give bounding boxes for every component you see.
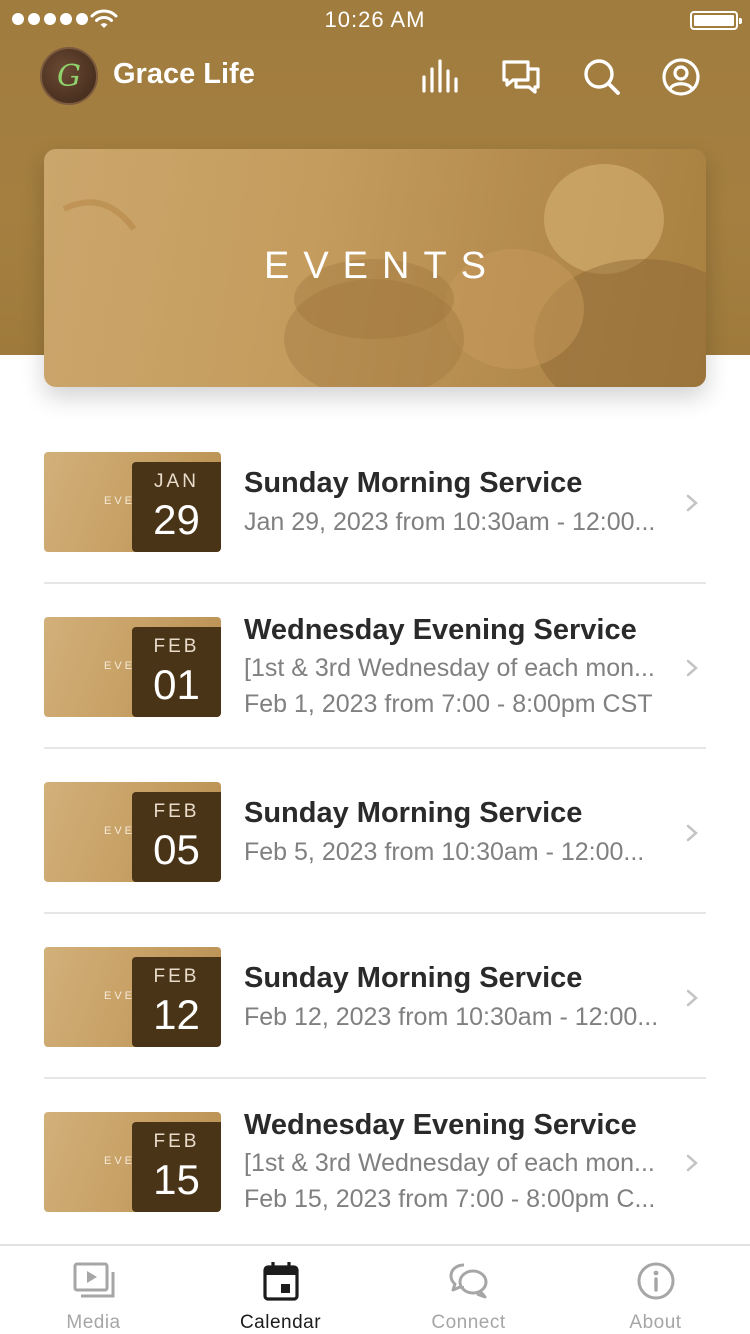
calendar-icon (263, 1262, 299, 1301)
event-title: Wednesday Evening Service (244, 1109, 637, 1141)
event-thumbnail: EVENTS FEB 01 (44, 617, 221, 717)
event-recurrence: [1st & 3rd Wednesday of each mon... (244, 654, 655, 682)
event-row[interactable]: EVENTS JAN 29 Sunday Morning Service Jan… (44, 419, 706, 584)
chevron-right-icon (686, 494, 698, 512)
media-icon (73, 1262, 115, 1298)
tab-calendar[interactable]: Calendar (187, 1246, 374, 1334)
date-badge: FEB 01 (132, 627, 221, 717)
date-badge: FEB 05 (132, 792, 221, 882)
event-month: FEB (153, 966, 200, 987)
event-recurrence: [1st & 3rd Wednesday of each mon... (244, 1149, 655, 1177)
event-title: Sunday Morning Service (244, 797, 583, 829)
tab-connect[interactable]: Connect (375, 1246, 562, 1334)
banner-title: EVENTS (263, 245, 501, 287)
logo-letter: G (57, 58, 81, 94)
date-badge: JAN 29 (132, 462, 221, 552)
event-title: Sunday Morning Service (244, 962, 583, 994)
event-row[interactable]: EVENTS FEB 15 Wednesday Evening Service … (44, 1079, 706, 1244)
chevron-right-icon (686, 824, 698, 842)
event-month: FEB (153, 636, 200, 657)
event-thumbnail: EVENTS FEB 12 (44, 947, 221, 1047)
event-datetime: Feb 12, 2023 from 10:30am - 12:00... (244, 1003, 659, 1031)
event-day: 29 (153, 496, 200, 543)
status-bar: 10:26 AM (0, 0, 750, 40)
event-day: 01 (153, 661, 200, 708)
tab-media[interactable]: Media (0, 1246, 187, 1334)
event-row[interactable]: EVENTS FEB 01 Wednesday Evening Service … (44, 584, 706, 749)
tab-about[interactable]: About (562, 1246, 749, 1334)
event-day: 05 (153, 826, 200, 873)
chevron-right-icon (686, 1154, 698, 1172)
tab-label: Calendar (239, 1312, 322, 1333)
event-title: Wednesday Evening Service (244, 614, 637, 646)
battery-icon (690, 11, 742, 30)
chat-bubbles-icon (449, 1263, 488, 1299)
church-logo[interactable]: G (40, 47, 98, 105)
event-datetime: Jan 29, 2023 from 10:30am - 12:00... (244, 508, 656, 536)
event-title: Sunday Morning Service (244, 467, 583, 499)
event-month: JAN (154, 471, 199, 492)
date-badge: FEB 15 (132, 1122, 221, 1212)
tab-label: Connect (431, 1312, 506, 1333)
messages-icon[interactable] (501, 57, 541, 97)
event-datetime: Feb 15, 2023 from 7:00 - 8:00pm C... (244, 1185, 656, 1213)
tab-label: About (629, 1312, 682, 1333)
event-day: 15 (153, 1156, 200, 1203)
event-datetime: Feb 5, 2023 from 10:30am - 12:00... (244, 838, 645, 866)
status-time: 10:26 AM (324, 7, 426, 32)
event-month: FEB (153, 1131, 200, 1152)
event-thumbnail: EVENTS JAN 29 (44, 452, 221, 552)
tab-bar: Media Calendar Connect About (0, 1244, 750, 1334)
profile-icon[interactable] (661, 57, 701, 97)
info-icon (637, 1262, 675, 1300)
event-datetime: Feb 1, 2023 from 7:00 - 8:00pm CST (244, 690, 653, 718)
chevron-right-icon (686, 659, 698, 677)
event-month: FEB (153, 801, 200, 822)
app-title: Grace Life (113, 58, 255, 90)
chevron-right-icon (686, 989, 698, 1007)
event-thumbnail: EVENTS FEB 15 (44, 1112, 221, 1212)
event-thumbnail: EVENTS FEB 05 (44, 782, 221, 882)
tab-label: Media (66, 1312, 121, 1333)
app-header: G Grace Life (0, 45, 750, 109)
date-badge: FEB 12 (132, 957, 221, 1047)
event-day: 12 (153, 991, 200, 1038)
search-icon[interactable] (582, 57, 622, 97)
audio-bars-icon[interactable] (421, 57, 461, 97)
event-row[interactable]: EVENTS FEB 05 Sunday Morning Service Feb… (44, 749, 706, 914)
event-row[interactable]: EVENTS FEB 12 Sunday Morning Service Feb… (44, 914, 706, 1079)
